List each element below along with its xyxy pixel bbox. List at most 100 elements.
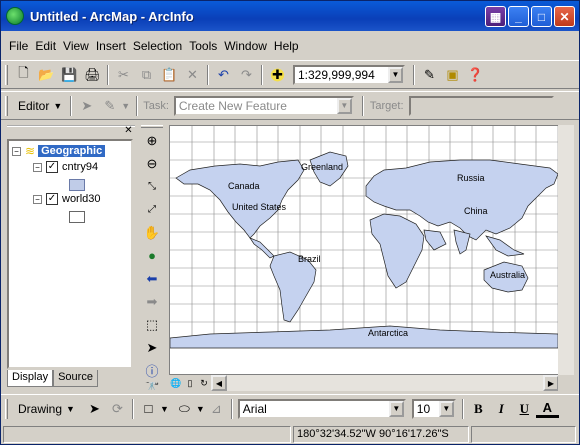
- zoom-out-icon[interactable]: ⊖: [141, 152, 163, 175]
- editor-toolbar-icon[interactable]: ✎: [418, 64, 441, 86]
- select-elements-icon[interactable]: ➤: [141, 336, 163, 359]
- sketch-tool-icon[interactable]: ✎: [98, 95, 121, 117]
- tab-display[interactable]: Display: [7, 370, 54, 387]
- refresh-icon[interactable]: ↻: [197, 372, 211, 394]
- scroll-left-icon[interactable]: ◀: [211, 375, 227, 391]
- menu-view[interactable]: View: [63, 39, 89, 53]
- bold-button[interactable]: B: [467, 398, 490, 420]
- toolbar-grip[interactable]: [141, 125, 163, 128]
- new-document-icon[interactable]: 🗋: [12, 64, 35, 86]
- chevron-down-icon[interactable]: ▼: [388, 66, 403, 83]
- identify-icon[interactable]: ⓘ: [141, 359, 163, 382]
- font-color-button[interactable]: A: [535, 399, 559, 418]
- chevron-down-icon[interactable]: ▼: [388, 400, 404, 417]
- layer-symbol-swatch[interactable]: [69, 211, 85, 223]
- undo-icon[interactable]: ↶: [212, 64, 235, 86]
- toolbar-grip[interactable]: [5, 95, 8, 116]
- paste-icon[interactable]: 📋: [158, 64, 181, 86]
- map-display[interactable]: Greenland Canada United States Russia Ch…: [169, 125, 574, 375]
- menu-selection[interactable]: Selection: [133, 39, 182, 53]
- collapse-icon[interactable]: −: [33, 194, 42, 204]
- scroll-right-icon[interactable]: ▶: [543, 375, 559, 391]
- chevron-down-icon[interactable]: ▼: [336, 97, 352, 114]
- text-tool-icon[interactable]: ⬭: [173, 398, 196, 420]
- font-combo[interactable]: Arial ▼: [237, 398, 406, 419]
- whats-this-help-icon[interactable]: ❓: [464, 64, 487, 86]
- menu-insert[interactable]: Insert: [96, 39, 126, 53]
- next-extent-icon[interactable]: ➡: [141, 290, 163, 313]
- menu-edit[interactable]: Edit: [35, 39, 56, 53]
- toolbar-grip[interactable]: [5, 398, 8, 419]
- minimize-button[interactable]: _: [508, 6, 529, 27]
- close-icon[interactable]: ✕: [123, 126, 134, 137]
- title-bar[interactable]: Untitled - ArcMap - ArcInfo ▦ _ □ ✕: [1, 1, 579, 31]
- layer-row-cntry94[interactable]: − ✓ cntry94: [33, 161, 98, 173]
- chevron-down-icon[interactable]: ▼: [160, 404, 169, 414]
- layout-view-icon[interactable]: ▯: [183, 372, 197, 394]
- editor-menu[interactable]: Editor: [18, 99, 49, 113]
- arccatalog-icon[interactable]: ▣: [441, 64, 464, 86]
- toc-grip[interactable]: [7, 125, 135, 136]
- data-frame-label[interactable]: Geographic: [38, 145, 106, 157]
- rectangle-tool-icon[interactable]: □: [137, 398, 160, 420]
- menu-window[interactable]: Window: [224, 39, 267, 53]
- horizontal-scroll-track[interactable]: [227, 375, 543, 391]
- layer-name[interactable]: world30: [62, 193, 101, 205]
- menu-tools[interactable]: Tools: [189, 39, 217, 53]
- add-data-icon[interactable]: ✚: [266, 63, 289, 86]
- maximize-button[interactable]: □: [531, 6, 552, 27]
- fixed-zoom-out-icon[interactable]: ⤢: [141, 198, 163, 221]
- menu-help[interactable]: Help: [274, 39, 299, 53]
- map-scale-combo[interactable]: 1:329,999,994 ▼: [293, 64, 405, 85]
- chevron-down-icon[interactable]: ▼: [53, 101, 62, 111]
- world-map[interactable]: Greenland Canada United States Russia Ch…: [169, 126, 575, 376]
- toc-tabs: Display Source: [7, 370, 98, 387]
- find-icon[interactable]: 🔭: [141, 382, 163, 390]
- select-features-icon[interactable]: ⬚: [141, 313, 163, 336]
- zoom-in-icon[interactable]: ⊕: [141, 129, 163, 152]
- collapse-icon[interactable]: −: [12, 146, 21, 156]
- previous-extent-icon[interactable]: ⬅: [141, 267, 163, 290]
- close-button[interactable]: ✕: [554, 6, 575, 27]
- magic-button[interactable]: ▦: [485, 6, 506, 27]
- target-combo[interactable]: [408, 95, 554, 116]
- data-frame-row[interactable]: − ≋ Geographic: [12, 144, 106, 158]
- data-view-icon[interactable]: 🌐: [169, 372, 183, 394]
- edit-tool-icon[interactable]: ➤: [75, 95, 98, 117]
- task-combo[interactable]: Create New Feature ▼: [173, 95, 354, 116]
- toolbar-grip[interactable]: [5, 64, 8, 85]
- fixed-zoom-in-icon[interactable]: ⤡: [141, 175, 163, 198]
- toolbar-separator: [107, 64, 109, 85]
- chevron-down-icon[interactable]: ▼: [121, 101, 130, 111]
- italic-button[interactable]: I: [490, 398, 513, 420]
- open-folder-icon[interactable]: 📂: [35, 64, 58, 86]
- layer-visibility-checkbox[interactable]: ✓: [46, 193, 58, 205]
- menu-file[interactable]: File: [9, 39, 28, 53]
- full-extent-icon[interactable]: ●: [141, 244, 163, 267]
- collapse-icon[interactable]: −: [33, 162, 42, 172]
- edit-vertices-icon[interactable]: ⊿: [205, 398, 228, 420]
- layer-row-world30[interactable]: − ✓ world30: [33, 193, 101, 205]
- layer-visibility-checkbox[interactable]: ✓: [46, 161, 58, 173]
- toolbar-separator: [261, 64, 263, 85]
- layer-name[interactable]: cntry94: [62, 161, 98, 173]
- redo-icon[interactable]: ↷: [235, 64, 258, 86]
- layer-symbol-swatch[interactable]: [69, 179, 85, 191]
- chevron-down-icon[interactable]: ▼: [438, 400, 454, 417]
- drawing-menu[interactable]: Drawing: [18, 402, 62, 416]
- underline-button[interactable]: U: [513, 398, 536, 420]
- tab-source[interactable]: Source: [53, 370, 98, 387]
- chevron-down-icon[interactable]: ▼: [196, 404, 205, 414]
- font-size-combo[interactable]: 10 ▼: [411, 398, 456, 419]
- print-icon[interactable]: 🖨: [81, 64, 104, 86]
- pan-icon[interactable]: ✋: [141, 221, 163, 244]
- map-vertical-scrollbar[interactable]: [558, 125, 574, 375]
- cut-icon[interactable]: ✂: [112, 64, 135, 86]
- rotate-icon[interactable]: ⟳: [106, 398, 129, 420]
- delete-icon[interactable]: ✕: [181, 64, 204, 86]
- chevron-down-icon[interactable]: ▼: [66, 404, 75, 414]
- select-elements-icon[interactable]: ➤: [83, 398, 106, 420]
- arcmap-app-icon[interactable]: [6, 7, 24, 25]
- save-icon[interactable]: 💾: [58, 64, 81, 86]
- copy-icon[interactable]: ⧉: [135, 64, 158, 86]
